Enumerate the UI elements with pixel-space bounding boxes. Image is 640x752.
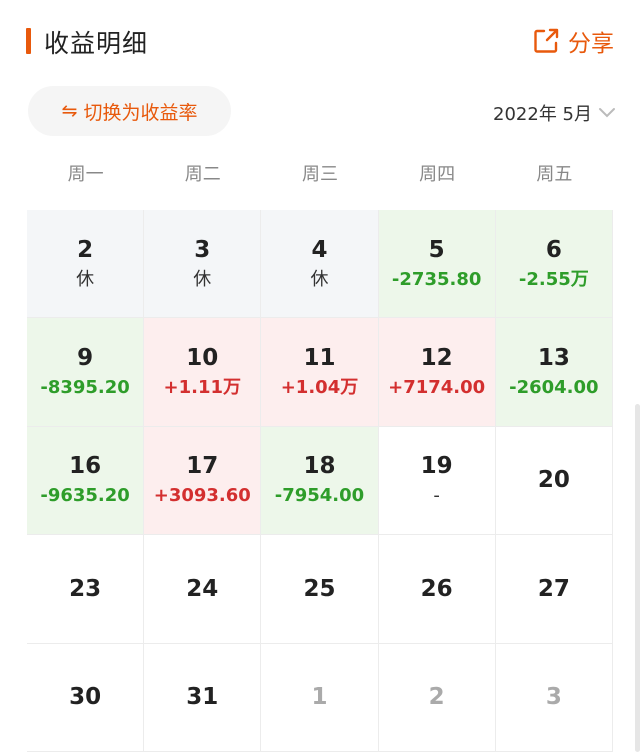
share-button[interactable]: 分享: [532, 24, 614, 58]
day-profit-value: -2735.80: [391, 268, 482, 290]
day-number: 3: [194, 236, 211, 263]
day-number: 13: [537, 345, 570, 372]
chevron-down-icon: [599, 108, 615, 118]
day-number: 4: [311, 236, 328, 263]
calendar-day-cell[interactable]: 13 -2604.00: [495, 318, 613, 427]
calendar-day-cell[interactable]: 2休: [27, 210, 145, 319]
scrollbar[interactable]: [635, 404, 640, 752]
weekday-label: 周三: [301, 164, 338, 185]
weekday-label: 周一: [67, 164, 104, 185]
calendar-day-cell[interactable]: 26: [378, 535, 496, 644]
calendar-day-cell[interactable]: 4休: [261, 210, 379, 319]
calendar-day-cell[interactable]: 11 +1.04万: [261, 318, 379, 427]
month-selector[interactable]: 2022年 5月: [493, 100, 616, 126]
weekday-label: 周二: [184, 164, 221, 185]
day-number: 25: [303, 575, 336, 602]
day-number: 18: [303, 453, 336, 480]
calendar-day-cell[interactable]: 30: [27, 643, 145, 752]
calendar-day-cell[interactable]: 20: [495, 426, 613, 536]
share-icon: [534, 28, 559, 53]
calendar-day-cell[interactable]: 12 +7174.00: [378, 318, 496, 427]
weekday-header: 周一 周二 周三 周四 周五: [27, 160, 613, 186]
day-number: 31: [186, 684, 219, 711]
day-profit-value: -2604.00: [509, 377, 599, 399]
day-number: 17: [186, 453, 219, 480]
swap-arrows-icon: ⇋: [61, 100, 78, 122]
day-profit-value: -7954.00: [274, 485, 365, 507]
header: 收益明细 分享: [0, 0, 640, 82]
calendar-grid: 2 休 3 休 4 休 5 -2735.80 6 -2.55万 9 -8395.20 10 +1.11万 1…: [27, 210, 613, 752]
weekday-label: 周五: [536, 164, 573, 185]
day-number: 30: [69, 684, 102, 711]
day-number: 1: [311, 684, 328, 711]
day-number: 2: [428, 684, 445, 711]
title-accent-bar: [26, 28, 31, 54]
day-number: 9: [77, 345, 94, 372]
day-profit-value: 休: [76, 268, 95, 290]
day-number: 10: [186, 345, 219, 372]
page-title: 收益明细: [44, 29, 149, 58]
day-profit-value: -8395.20: [40, 377, 130, 399]
calendar-day-cell[interactable]: 31: [144, 643, 262, 752]
day-profit-value: -: [433, 485, 440, 507]
calendar-day-cell[interactable]: 1: [261, 643, 379, 752]
day-number: 5: [428, 236, 445, 263]
calendar-day-cell[interactable]: 27: [495, 535, 613, 644]
day-number: 23: [69, 575, 102, 602]
day-number: 12: [420, 345, 453, 372]
day-profit-value: +7174.00: [388, 377, 486, 399]
calendar-day-cell[interactable]: 2: [378, 643, 496, 752]
calendar-day-cell[interactable]: 17 +3093.60: [144, 426, 262, 536]
day-number: 2: [77, 236, 94, 263]
share-label: 分享: [568, 31, 614, 57]
calendar-day-cell[interactable]: 24: [144, 535, 262, 644]
day-number: 6: [545, 236, 562, 263]
switch-to-rate-button[interactable]: ⇋ 切换为收益率: [28, 86, 231, 136]
day-number: 3: [545, 684, 562, 711]
day-number: 27: [537, 575, 570, 602]
day-number: 19: [420, 453, 453, 480]
day-number: 24: [186, 575, 219, 602]
calendar-day-cell[interactable]: 23: [27, 535, 145, 644]
day-number: 26: [420, 575, 453, 602]
day-profit-value: +3093.60: [153, 485, 251, 507]
switch-label: 切换为收益率: [83, 101, 198, 124]
day-number: 16: [69, 453, 102, 480]
calendar-day-cell[interactable]: 5 -2735.80: [378, 210, 496, 319]
day-profit-value: +1.11万: [163, 377, 242, 399]
weekday-label: 周四: [419, 164, 456, 185]
day-profit-value: +1.04万: [280, 377, 359, 399]
day-profit-value: 休: [310, 268, 329, 290]
calendar-day-cell[interactable]: 16 -9635.20: [27, 426, 145, 536]
calendar-day-cell[interactable]: 6 -2.55万: [495, 210, 613, 319]
day-profit-value: 休: [193, 268, 212, 290]
calendar-day-cell[interactable]: 10 +1.11万: [144, 318, 262, 427]
calendar-day-cell[interactable]: 19 -: [378, 426, 496, 536]
calendar-day-cell[interactable]: 9 -8395.20: [27, 318, 145, 427]
calendar-day-cell[interactable]: 18 -7954.00: [261, 426, 379, 536]
calendar-day-cell[interactable]: 3: [495, 643, 613, 752]
day-profit-value: -9635.20: [40, 485, 130, 507]
calendar-day-cell[interactable]: 25: [261, 535, 379, 644]
day-profit-value: -2.55万: [518, 268, 589, 290]
day-number: 20: [537, 467, 570, 494]
calendar-day-cell[interactable]: 3休: [144, 210, 262, 319]
month-label: 2022年 5月: [493, 104, 592, 125]
day-number: 11: [303, 345, 336, 372]
